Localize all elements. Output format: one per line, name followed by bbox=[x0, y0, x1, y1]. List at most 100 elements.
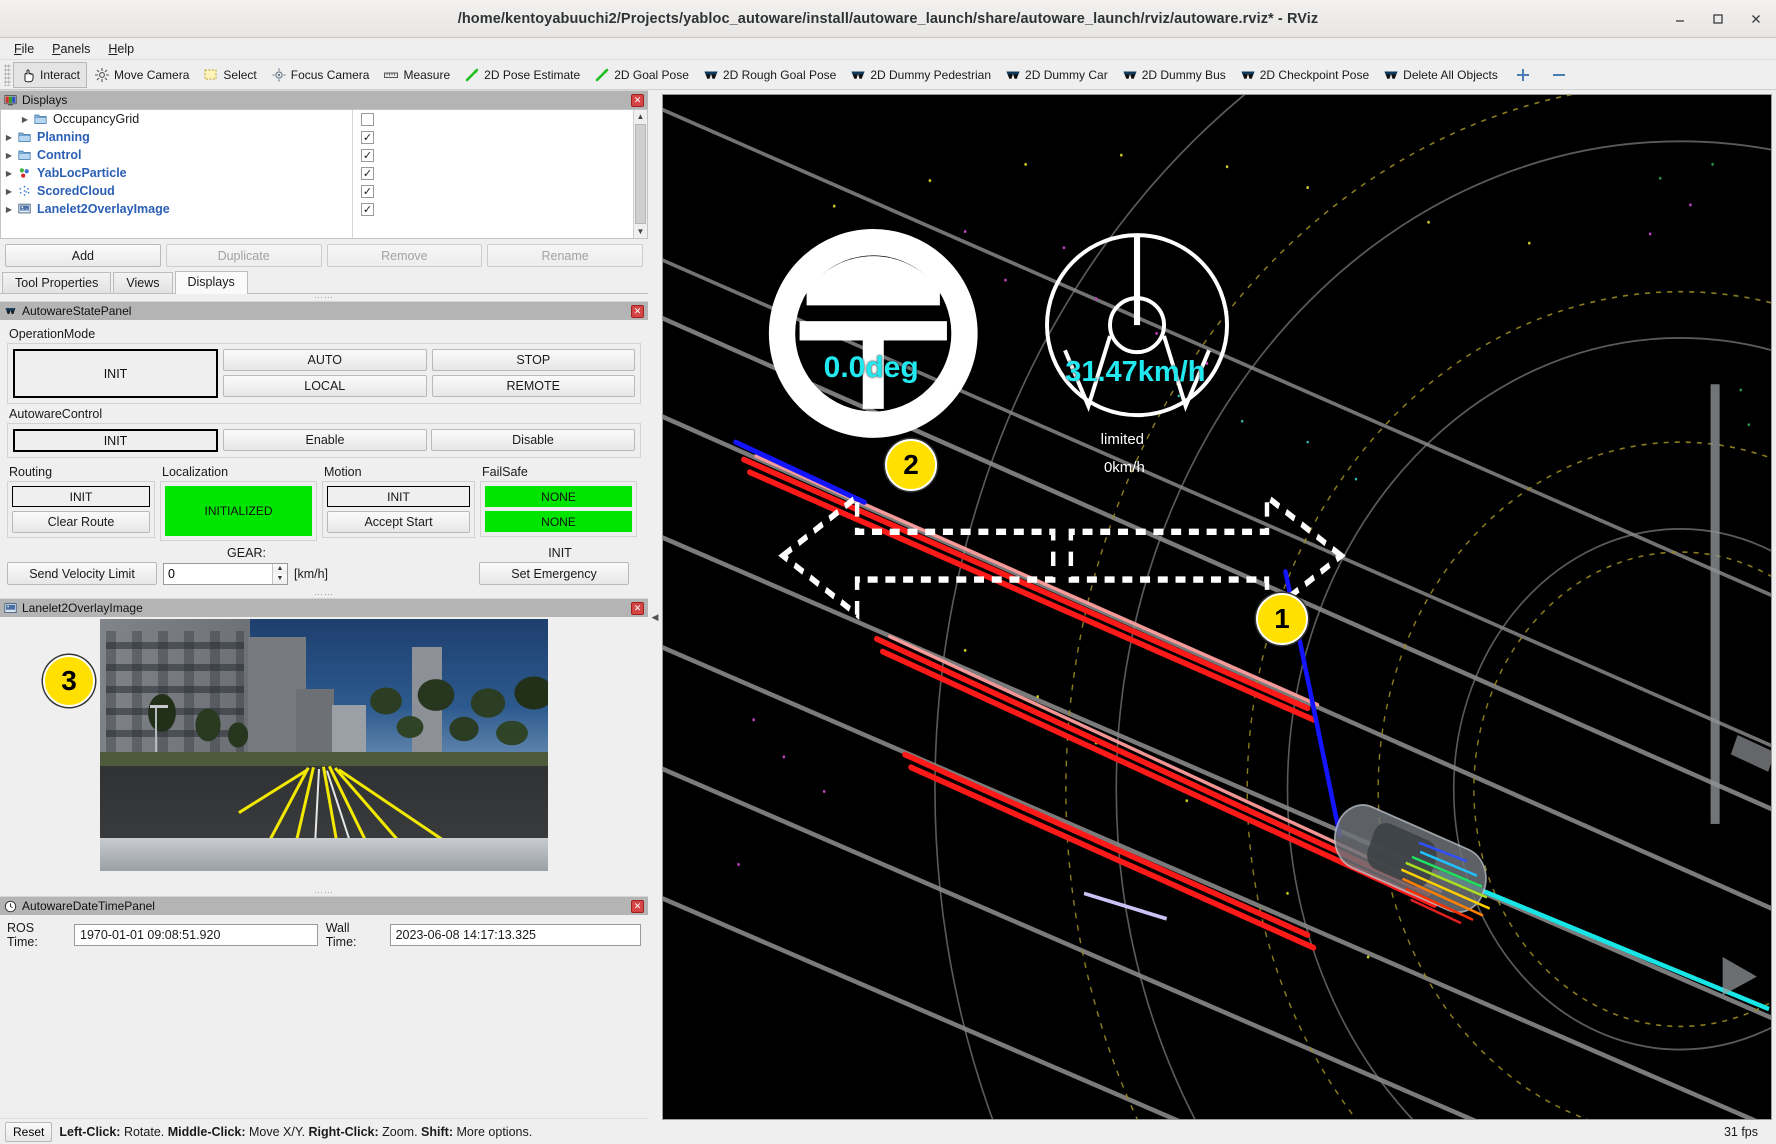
tool-2d-checkpoint-pose[interactable]: 2D Checkpoint Pose bbox=[1233, 62, 1376, 88]
panel-splitter-handle-1[interactable]: ⋯⋯ bbox=[0, 294, 648, 301]
display-item-control[interactable]: ▶Control bbox=[1, 146, 352, 164]
expand-arrow-icon[interactable]: ▶ bbox=[1, 151, 17, 160]
tool-2d-dummy-car[interactable]: 2D Dummy Car bbox=[998, 62, 1115, 88]
scroll-down-icon[interactable]: ▼ bbox=[637, 225, 645, 238]
dock-tabs: Tool PropertiesViewsDisplays bbox=[0, 270, 648, 294]
localization-column: Localization INITIALIZED bbox=[160, 462, 317, 541]
minimize-icon[interactable] bbox=[1668, 7, 1692, 31]
stepper-up-icon[interactable]: ▲ bbox=[273, 564, 287, 574]
expand-arrow-icon[interactable]: ▶ bbox=[1, 169, 17, 178]
minus-icon[interactable] bbox=[1541, 62, 1577, 88]
velocity-limit-input[interactable] bbox=[164, 564, 272, 584]
plus-icon[interactable] bbox=[1505, 62, 1541, 88]
clock-icon bbox=[4, 900, 17, 913]
image-icon bbox=[17, 202, 32, 216]
velocity-unit: [km/h] bbox=[294, 567, 328, 581]
dock-splitter[interactable]: ◀ bbox=[648, 90, 662, 1144]
pointcloud-icon bbox=[17, 184, 32, 198]
stepper-down-icon[interactable]: ▼ bbox=[273, 574, 287, 584]
expand-arrow-icon[interactable]: ▶ bbox=[1, 187, 17, 196]
clear-route-button[interactable]: Clear Route bbox=[12, 511, 150, 533]
expand-arrow-icon[interactable]: ▶ bbox=[1, 205, 17, 214]
display-enabled-checkbox[interactable]: ✓ bbox=[361, 203, 374, 216]
display-item-row: ✓ bbox=[353, 128, 633, 146]
enable-button[interactable]: Enable bbox=[223, 429, 427, 451]
display-item-yablocparticle[interactable]: ▶ YabLocParticle bbox=[1, 164, 352, 182]
datetime-panel-header: AutowareDateTimePanel ✕ bbox=[0, 896, 648, 915]
autoware-control-label: AutowareControl bbox=[9, 407, 641, 421]
folder-icon bbox=[33, 112, 48, 126]
tool-delete-all-objects[interactable]: Delete All Objects bbox=[1376, 62, 1505, 88]
green-arrow-icon bbox=[594, 67, 610, 83]
toolbar-grip[interactable] bbox=[4, 64, 11, 86]
expand-arrow-icon[interactable]: ▶ bbox=[17, 115, 33, 124]
collapse-left-icon[interactable]: ◀ bbox=[652, 612, 659, 623]
add-button[interactable]: Add bbox=[5, 244, 161, 267]
display-enabled-checkbox[interactable]: ✓ bbox=[361, 149, 374, 162]
autoware-state-panel: OperationMode INIT AUTO STOP LOCAL REMOT… bbox=[0, 320, 648, 591]
auto-button[interactable]: AUTO bbox=[223, 349, 427, 371]
tool-2d-dummy-bus[interactable]: 2D Dummy Bus bbox=[1115, 62, 1233, 88]
panel-splitter-handle-3[interactable]: ⋯⋯ bbox=[0, 889, 648, 896]
scroll-up-icon[interactable]: ▲ bbox=[637, 110, 645, 123]
maximize-icon[interactable] bbox=[1706, 7, 1730, 31]
display-item-planning[interactable]: ▶ Planning bbox=[1, 128, 352, 146]
image-panel-header: Lanelet2OverlayImage ✕ bbox=[0, 598, 648, 617]
steering-angle-value: 0.0deg bbox=[824, 351, 919, 385]
display-item-label: YabLocParticle bbox=[37, 166, 127, 180]
tool-2d-goal-pose[interactable]: 2D Goal Pose bbox=[587, 62, 696, 88]
tab-views[interactable]: Views bbox=[113, 272, 172, 293]
display-item-label: Planning bbox=[37, 130, 90, 144]
duplicate-button: Duplicate bbox=[166, 244, 322, 267]
disable-button[interactable]: Disable bbox=[431, 429, 635, 451]
reset-button[interactable]: Reset bbox=[5, 1122, 52, 1142]
display-item-lanelet2overlayimage[interactable]: ▶Lanelet2OverlayImage bbox=[1, 200, 352, 218]
close-icon[interactable]: ✕ bbox=[631, 900, 644, 913]
close-icon[interactable] bbox=[1744, 7, 1768, 31]
failsafe-column: FailSafe NONE NONE bbox=[480, 462, 637, 541]
tool-label: 2D Pose Estimate bbox=[484, 68, 580, 82]
close-icon[interactable]: ✕ bbox=[631, 602, 644, 615]
remote-button[interactable]: REMOTE bbox=[432, 375, 636, 397]
tab-displays[interactable]: Displays bbox=[175, 271, 248, 294]
velocity-limit-stepper[interactable]: ▲ ▼ bbox=[163, 563, 288, 585]
menu-file[interactable]: File bbox=[6, 40, 42, 58]
rviz-3d-view[interactable]: 0.0deg 31.47km/h limited 0km/h bbox=[662, 94, 1772, 1120]
send-velocity-limit-button[interactable]: Send Velocity Limit bbox=[7, 562, 157, 585]
display-enabled-checkbox[interactable]: ✓ bbox=[361, 167, 374, 180]
datetime-panel: ROS Time: 1970-01-01 09:08:51.920 Wall T… bbox=[0, 915, 648, 955]
displays-scrollbar[interactable]: ▲ ▼ bbox=[633, 110, 647, 238]
display-enabled-checkbox[interactable]: ✓ bbox=[361, 131, 374, 144]
panel-splitter-handle-2[interactable]: ⋯⋯ bbox=[0, 591, 648, 598]
menu-bar: File Panels Help bbox=[0, 38, 1776, 60]
tab-tool-properties[interactable]: Tool Properties bbox=[2, 272, 111, 293]
display-item-label: OccupancyGrid bbox=[53, 112, 139, 126]
tool-measure[interactable]: Measure bbox=[376, 62, 457, 88]
tool-move-camera[interactable]: Move Camera bbox=[87, 62, 196, 88]
tool-2d-rough-goal-pose[interactable]: 2D Rough Goal Pose bbox=[696, 62, 843, 88]
stop-button[interactable]: STOP bbox=[432, 349, 636, 371]
accept-start-button[interactable]: Accept Start bbox=[327, 511, 470, 533]
set-emergency-button[interactable]: Set Emergency bbox=[479, 562, 629, 585]
display-enabled-checkbox[interactable] bbox=[361, 113, 374, 126]
scrollbar-thumb[interactable] bbox=[635, 124, 646, 224]
autoware-control-group: INIT Enable Disable bbox=[7, 423, 641, 458]
menu-help[interactable]: Help bbox=[100, 40, 142, 58]
tool-2d-pose-estimate[interactable]: 2D Pose Estimate bbox=[457, 62, 587, 88]
menu-panels[interactable]: Panels bbox=[44, 40, 98, 58]
tool-focus-camera[interactable]: Focus Camera bbox=[264, 62, 377, 88]
failsafe-state-1: NONE bbox=[485, 486, 632, 507]
tool-interact[interactable]: Interact bbox=[13, 62, 87, 88]
display-item-occupancygrid[interactable]: ▶ OccupancyGrid bbox=[1, 110, 352, 128]
window-title: /home/kentoyabuuchi2/Projects/yabloc_aut… bbox=[458, 11, 1319, 27]
expand-arrow-icon[interactable]: ▶ bbox=[1, 133, 17, 142]
local-button[interactable]: LOCAL bbox=[223, 375, 427, 397]
display-enabled-checkbox[interactable]: ✓ bbox=[361, 185, 374, 198]
close-icon[interactable]: ✕ bbox=[631, 94, 644, 107]
tool-label: 2D Dummy Bus bbox=[1142, 68, 1226, 82]
close-icon[interactable]: ✕ bbox=[631, 305, 644, 318]
display-item-scoredcloud[interactable]: ▶ScoredCloud bbox=[1, 182, 352, 200]
tool-select[interactable]: Select bbox=[196, 62, 263, 88]
tool-2d-dummy-pedestrian[interactable]: 2D Dummy Pedestrian bbox=[843, 62, 998, 88]
tool-label: Interact bbox=[40, 68, 80, 82]
